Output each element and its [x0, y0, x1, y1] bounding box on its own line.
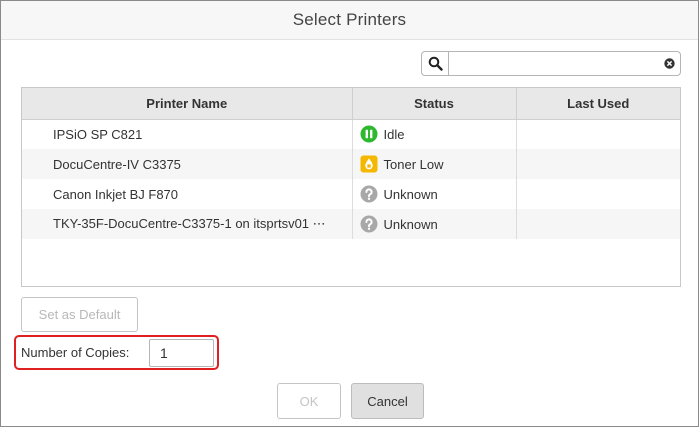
status-text: Unknown — [383, 186, 438, 202]
select-printers-dialog: Select Printers Printer Name Status Last… — [0, 0, 699, 427]
set-as-default-button[interactable]: Set as Default — [21, 297, 138, 332]
table-row[interactable]: TKY-35F-DocuCentre-C3375-1 on itsprtsv01… — [22, 209, 680, 239]
printer-name-cell: DocuCentre-IV C3375 — [22, 149, 353, 179]
status-cell: Toner Low — [352, 149, 517, 179]
toner-low-icon — [360, 155, 378, 173]
table-row[interactable]: IPSiO SP C821 Idle — [22, 119, 680, 149]
column-header-printer-name[interactable]: Printer Name — [22, 88, 353, 120]
unknown-icon — [360, 215, 378, 233]
clear-search-button[interactable] — [658, 52, 680, 75]
table-header-row: Printer Name Status Last Used — [22, 88, 680, 120]
ok-button[interactable]: OK — [277, 383, 341, 419]
column-header-last-used[interactable]: Last Used — [516, 88, 680, 120]
copies-label: Number of Copies: — [21, 345, 130, 360]
table-row[interactable]: DocuCentre-IV C3375 Toner Low — [22, 149, 680, 179]
last-used-cell — [516, 179, 680, 209]
search-box — [421, 51, 681, 76]
search-icon — [428, 56, 443, 71]
last-used-cell — [516, 209, 680, 239]
search-input[interactable] — [449, 53, 658, 74]
printer-name-cell: TKY-35F-DocuCentre-C3375-1 on itsprtsv01… — [22, 209, 353, 239]
cancel-button[interactable]: Cancel — [351, 383, 424, 419]
copies-input[interactable] — [149, 339, 214, 367]
search-button[interactable] — [422, 52, 449, 75]
printer-table: Printer Name Status Last Used IPSiO SP C… — [21, 87, 681, 287]
status-text: Idle — [383, 126, 405, 142]
status-cell: Idle — [352, 119, 517, 149]
status-cell: Unknown — [352, 179, 517, 209]
column-header-status[interactable]: Status — [352, 88, 517, 120]
idle-icon — [360, 125, 378, 143]
status-cell: Unknown — [352, 209, 517, 239]
printer-name-cell: IPSiO SP C821 — [22, 119, 353, 149]
dialog-title: Select Printers — [292, 10, 407, 29]
last-used-cell — [516, 149, 680, 179]
clear-icon — [663, 58, 675, 69]
last-used-cell — [516, 119, 680, 149]
dialog-titlebar: Select Printers — [1, 1, 698, 40]
printer-name-cell: Canon Inkjet BJ F870 — [22, 179, 353, 209]
status-text: Toner Low — [383, 156, 444, 172]
status-text: Unknown — [383, 216, 438, 232]
table-row[interactable]: Canon Inkjet BJ F870 Unknown — [22, 179, 680, 209]
unknown-icon — [360, 185, 378, 203]
